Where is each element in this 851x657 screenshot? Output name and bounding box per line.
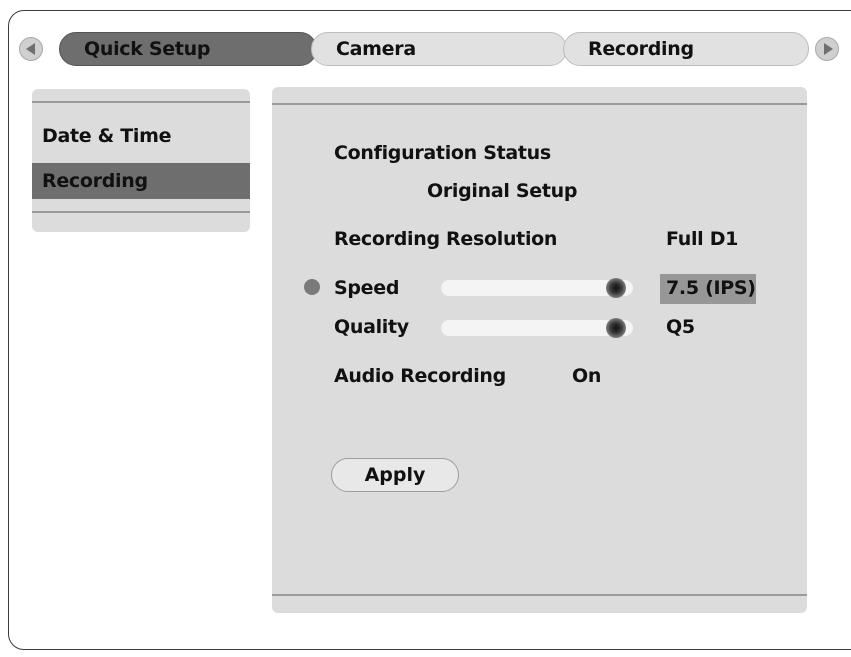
audio-recording-label: Audio Recording	[334, 365, 506, 387]
panel-top-divider	[272, 103, 807, 105]
tab-camera[interactable]: Camera	[311, 32, 567, 66]
speed-slider[interactable]	[441, 278, 633, 298]
tab-scroll-left-icon[interactable]	[19, 37, 43, 61]
resolution-value[interactable]: Full D1	[666, 227, 738, 251]
quality-slider-knob-icon[interactable]	[606, 318, 626, 338]
tab-recording[interactable]: Recording	[563, 32, 809, 66]
menu-item-recording[interactable]: Recording	[32, 163, 250, 199]
menu-top-divider	[32, 101, 250, 103]
focus-bullet-icon	[304, 279, 320, 295]
resolution-label: Recording Resolution	[334, 228, 558, 250]
apply-button[interactable]: Apply	[331, 458, 459, 492]
menu-bottom-divider	[32, 211, 250, 213]
side-menu: Date & Time Recording	[32, 89, 250, 232]
tab-quick-setup[interactable]: Quick Setup	[59, 32, 317, 66]
config-status-value: Original Setup	[427, 180, 578, 202]
speed-slider-knob-icon[interactable]	[606, 278, 626, 298]
menu-item-date-time[interactable]: Date & Time	[32, 118, 250, 154]
settings-panel	[272, 87, 807, 613]
speed-value: 7.5 (IPS)	[666, 277, 756, 299]
quality-value[interactable]: Q5	[666, 315, 695, 339]
panel-bottom-divider	[272, 594, 807, 596]
speed-value-box[interactable]: 7.5 (IPS)	[660, 274, 756, 304]
quality-slider[interactable]	[441, 318, 633, 338]
tab-scroll-right-icon[interactable]	[815, 37, 839, 61]
speed-label: Speed	[334, 277, 400, 299]
quality-label: Quality	[334, 316, 409, 338]
config-status-label: Configuration Status	[334, 142, 551, 164]
audio-recording-value[interactable]: On	[572, 364, 601, 388]
